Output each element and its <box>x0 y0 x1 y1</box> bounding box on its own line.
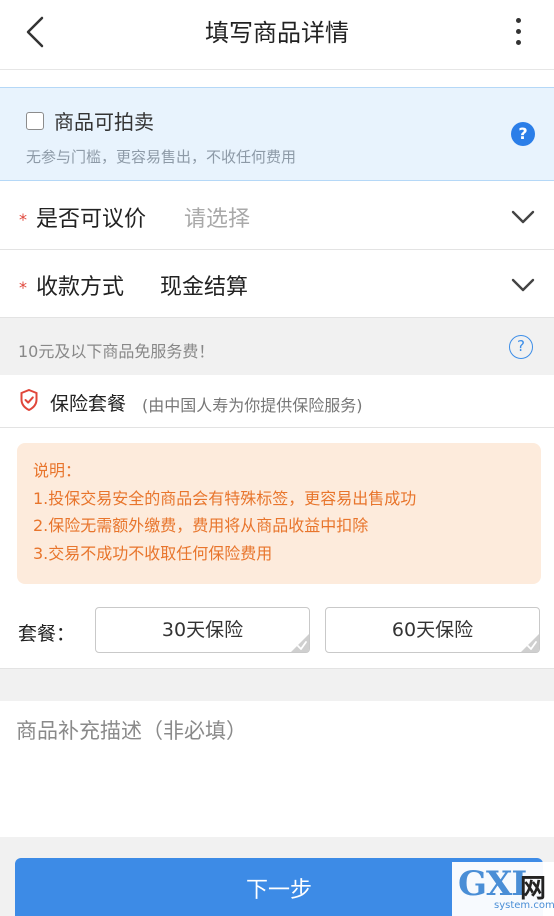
negotiable-label: 是否可议价 <box>36 207 147 232</box>
check-corner-icon <box>291 634 309 652</box>
notes-line: 1.投保交易安全的商品会有特殊标签，更容易出售成功 <box>33 488 417 508</box>
negotiable-row[interactable]: * 是否可议价 请选择 <box>0 182 554 250</box>
payment-label: 收款方式 <box>36 275 125 300</box>
payment-value[interactable]: 现金结算 <box>160 269 248 301</box>
section-gap <box>0 669 554 701</box>
watermark-logo: GXI 网 system.com <box>452 862 554 916</box>
package-option-30-days[interactable]: 30天保险 <box>95 607 310 653</box>
package-option-label: 30天保险 <box>161 619 244 641</box>
auction-section: 商品可拍卖 无参与门槛，更容易售出，不收任何费用 ? <box>0 87 554 181</box>
auction-label[interactable]: 商品可拍卖 <box>54 106 154 135</box>
chevron-down-icon[interactable] <box>510 272 536 298</box>
chevron-down-icon[interactable] <box>510 204 536 230</box>
help-icon[interactable]: ? <box>511 122 535 146</box>
watermark-mark: GXI <box>458 864 527 904</box>
payment-row[interactable]: * 收款方式 现金结算 <box>0 250 554 318</box>
auction-checkbox[interactable] <box>26 112 44 130</box>
insurance-notes: 说明： 1.投保交易安全的商品会有特殊标签，更容易出售成功 2.保险无需额外缴费… <box>17 443 541 584</box>
watermark-site: system.com <box>494 900 554 911</box>
notes-line: 3.交易不成功不收取任何保险费用 <box>33 543 273 563</box>
package-option-60-days[interactable]: 60天保险 <box>325 607 540 653</box>
check-corner-icon <box>521 634 539 652</box>
page-title: 填写商品详情 <box>205 19 349 47</box>
fee-notice: 10元及以下商品免服务费！ ? <box>0 318 554 375</box>
question-icon[interactable]: ? <box>509 335 533 359</box>
required-mark: * <box>19 278 27 297</box>
insurance-provider-note: (由中国人寿为你提供保险服务) <box>142 396 363 415</box>
description-input[interactable] <box>0 701 554 837</box>
auction-subtitle: 无参与门槛，更容易售出，不收任何费用 <box>26 148 297 166</box>
insurance-title: 保险套餐 <box>50 393 127 415</box>
package-option-label: 60天保险 <box>391 619 474 641</box>
insurance-header: 保险套餐 (由中国人寿为你提供保险服务) <box>0 375 554 428</box>
shield-icon <box>20 389 38 411</box>
notes-heading: 说明： <box>33 461 82 480</box>
package-row: 套餐： 30天保险 60天保险 <box>0 600 554 668</box>
required-mark: * <box>19 210 27 229</box>
top-bar: 填写商品详情 <box>0 0 554 70</box>
fee-notice-text: 10元及以下商品免服务费！ <box>18 342 215 361</box>
negotiable-value[interactable]: 请选择 <box>184 201 250 233</box>
package-label: 套餐： <box>18 623 76 645</box>
notes-line: 2.保险无需额外缴费，费用将从商品收益中扣除 <box>33 516 369 535</box>
more-vertical-icon[interactable] <box>508 14 528 48</box>
description-section <box>0 701 554 837</box>
